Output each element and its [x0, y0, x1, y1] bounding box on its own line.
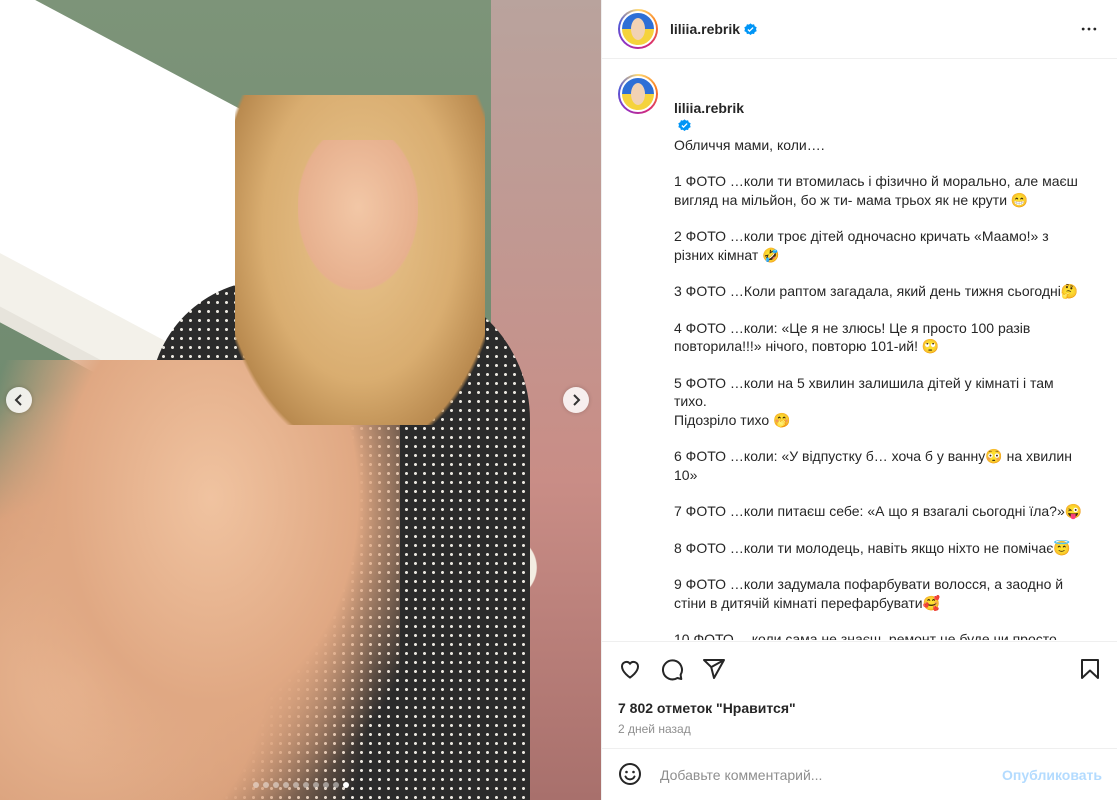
avatar[interactable]	[618, 9, 658, 49]
send-icon[interactable]	[702, 657, 726, 681]
caption-paragraph: 4 ФОТО …коли: «Це я не злюсь! Це я прост…	[674, 319, 1031, 355]
comment-input[interactable]	[660, 766, 1003, 783]
carousel-dot	[252, 782, 259, 788]
carousel-dot	[272, 782, 279, 788]
post-timestamp[interactable]: 2 дней назад	[602, 722, 1117, 736]
photo-legs	[0, 360, 400, 800]
carousel-prev-button[interactable]	[6, 387, 32, 413]
emoji-icon[interactable]	[618, 762, 644, 788]
post-photo[interactable]	[0, 0, 601, 800]
caption-paragraph: 7 ФОТО …коли питаєш себе: «А що я взагал…	[674, 503, 1083, 519]
photo-face	[298, 140, 418, 290]
verified-badge-icon	[678, 119, 691, 132]
caption-intro: liliia.rebrik Обличчя мами, коли….	[674, 80, 1084, 154]
carousel-dot	[262, 782, 269, 788]
caption-paragraph: 8 ФОТО …коли ти молодець, навіть якщо ні…	[674, 539, 1071, 556]
carousel-next-button[interactable]	[563, 387, 589, 413]
caption-paragraph: 1 ФОТО …коли ти втомилась і фізично й мо…	[674, 173, 1078, 208]
caption-paragraph: 10 ФОТО …коли сама не знаєш, ремонт це б…	[674, 631, 1057, 640]
comment-bar: Опубликовать	[602, 748, 1117, 800]
chevron-left-icon	[14, 394, 22, 406]
post-actions-area: 7 802 отметок "Нравится" 2 дней назад	[602, 641, 1117, 736]
caption-paragraph: 9 ФОТО …коли задумала пофарбувати волосс…	[674, 576, 1064, 611]
verified-badge-icon	[744, 22, 757, 36]
caption-intro-text: Обличчя мами, коли….	[674, 136, 825, 153]
caption-paragraph: 2 ФОТО …коли троє дітей одночасно кричат…	[674, 228, 1049, 263]
heart-icon[interactable]	[618, 657, 642, 681]
post-sidebar: liliia.rebrik liliia.rebrik Обличчя мами…	[601, 0, 1117, 800]
carousel-dot	[322, 782, 329, 788]
caption-paragraph: 6 ФОТО …коли: «У відпустку б… хоча б у в…	[674, 448, 1072, 483]
carousel-dot	[332, 782, 339, 788]
bookmark-icon[interactable]	[1078, 657, 1102, 681]
caption-paragraph: 3 ФОТО …Коли раптом загадала, який день …	[674, 283, 1079, 299]
carousel-dots	[0, 782, 601, 788]
carousel-dot	[302, 782, 309, 788]
header-username[interactable]: liliia.rebrik	[670, 21, 740, 37]
caption-username[interactable]: liliia.rebrik	[674, 100, 744, 116]
post-header: liliia.rebrik	[602, 0, 1117, 59]
chevron-right-icon	[573, 394, 581, 406]
carousel-dot	[292, 782, 299, 788]
carousel-dot	[342, 782, 349, 788]
carousel-dot	[312, 782, 319, 788]
comment-icon[interactable]	[660, 657, 684, 681]
caption-text: liliia.rebrik Обличчя мами, коли…. 1 ФОТ…	[674, 74, 1084, 641]
more-horizontal-icon[interactable]	[1077, 17, 1101, 41]
caption-scroll-area[interactable]: liliia.rebrik Обличчя мами, коли…. 1 ФОТ…	[602, 60, 1117, 640]
carousel-dot	[282, 782, 289, 788]
action-bar	[602, 642, 1117, 696]
caption-row: liliia.rebrik Обличчя мами, коли…. 1 ФОТ…	[618, 74, 1102, 640]
publish-button[interactable]: Опубликовать	[1002, 767, 1102, 783]
caption-paragraph: 5 ФОТО …коли на 5 хвилин залишила дітей …	[674, 374, 1054, 428]
likes-count[interactable]: 7 802 отметок "Нравится"	[602, 700, 1117, 716]
caption-avatar[interactable]	[618, 74, 658, 114]
